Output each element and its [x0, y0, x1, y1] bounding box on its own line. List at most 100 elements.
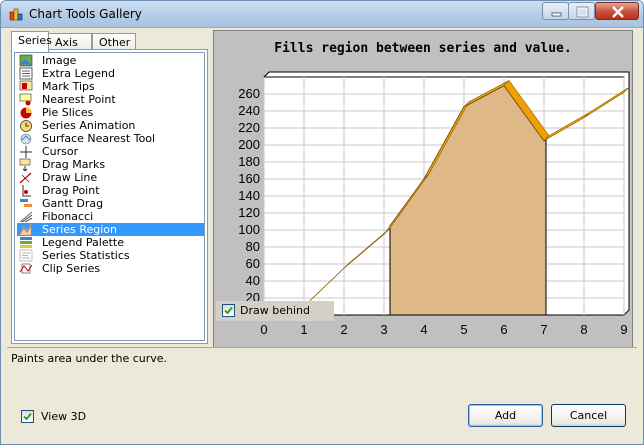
y-tick-label: 240 [238, 103, 260, 118]
list-item[interactable]: Nearest Point [17, 93, 204, 106]
list-item[interactable]: Series Region [17, 223, 204, 236]
chart-tools-gallery-window: Chart Tools Gallery Series Axis Other Im… [0, 0, 644, 445]
x-tick-label: 0 [260, 322, 267, 337]
list-item[interactable]: Gantt Drag [17, 197, 204, 210]
app-icon [9, 8, 23, 21]
draw-line-icon [19, 172, 32, 184]
surface-icon [20, 133, 32, 145]
list-item-label: Drag Point [42, 184, 100, 197]
y-tick-label: 60 [246, 256, 260, 271]
list-item-label: Nearest Point [42, 93, 116, 106]
list-item-label: Pie Slices [42, 106, 94, 119]
chart-preview-panel[interactable]: Fills region between series and value. 20… [213, 30, 633, 349]
tool-description: Paints area under the curve. [11, 352, 168, 365]
drag-marks-icon [19, 158, 31, 171]
list-item[interactable]: Surface Nearest Tool [17, 132, 204, 145]
image-icon [19, 54, 33, 67]
draw-behind-label: Draw behind [240, 304, 310, 317]
list-item-label: Gantt Drag [42, 197, 104, 210]
nearest-point-icon [19, 93, 32, 106]
list-item-label: Draw Line [42, 171, 98, 184]
series-region-icon [19, 223, 32, 236]
view3d-checkbox[interactable] [21, 410, 34, 423]
list-item[interactable]: Mark Tips [17, 80, 204, 93]
close-button[interactable] [595, 2, 639, 20]
list-item-label: Series Statistics [42, 249, 130, 262]
y-tick-label: 220 [238, 120, 260, 135]
add-button[interactable]: Add [468, 404, 543, 427]
clock-icon [20, 120, 32, 132]
list-item-label: Image [42, 54, 77, 67]
y-tick-label: 40 [246, 273, 260, 288]
maximize-icon [576, 6, 589, 18]
tools-listbox[interactable]: Image Extra Legend Mark Tips Nearest Point P… [14, 52, 205, 341]
x-tick-label: 2 [340, 322, 347, 337]
checkmark-icon [224, 306, 233, 315]
list-item[interactable]: Series Animation [17, 119, 204, 132]
dialog-client-area: Series Axis Other Image Extra Legend Mark … [2, 29, 642, 444]
y-tick-label: 160 [238, 171, 260, 186]
pie-slices-icon [20, 107, 32, 119]
cancel-button[interactable]: Cancel [551, 404, 626, 427]
view3d-label: View 3D [41, 410, 87, 423]
tab-series[interactable]: Series [11, 31, 52, 52]
list-item[interactable]: Cursor [17, 145, 204, 158]
drag-point-icon [22, 185, 31, 197]
list-item[interactable]: Extra Legend [17, 67, 204, 80]
x-tick-label: 4 [420, 322, 427, 337]
y-tick-label: 120 [238, 205, 260, 220]
x-tick-label: 1 [300, 322, 307, 337]
x-tick-label: 3 [380, 322, 387, 337]
list-item[interactable]: Fibonacci [17, 210, 204, 223]
list-item-label: Series Animation [42, 119, 136, 132]
legend-icon [19, 67, 33, 80]
y-tick-label: 140 [238, 188, 260, 203]
window-title: Chart Tools Gallery [29, 7, 142, 21]
y-tick-label: 180 [238, 154, 260, 169]
list-item[interactable]: Pie Slices [17, 106, 204, 119]
fibonacci-icon [19, 211, 33, 223]
list-item[interactable]: Drag Point [17, 184, 204, 197]
list-item-label: Clip Series [42, 262, 101, 275]
statistics-icon [19, 249, 33, 262]
clip-series-icon [19, 263, 33, 274]
list-item-label: Legend Palette [42, 236, 125, 249]
list-item[interactable]: Series Statistics [17, 249, 204, 262]
x-tick-label: 8 [580, 322, 587, 337]
y-tick-label: 200 [238, 137, 260, 152]
cursor-icon [20, 146, 32, 158]
checkmark-icon [23, 412, 32, 421]
dialog-footer: View 3D Add Cancel [2, 400, 642, 444]
chart-title: Fills region between series and value. [274, 41, 571, 56]
list-item-label: Surface Nearest Tool [42, 132, 156, 145]
close-icon [612, 6, 624, 18]
list-item[interactable]: Image [17, 54, 204, 67]
mark-tips-icon [19, 80, 33, 91]
list-item-label: Drag Marks [42, 158, 106, 171]
list-item-label: Fibonacci [42, 210, 94, 223]
maximize-button[interactable] [568, 2, 595, 20]
list-item-label: Mark Tips [42, 80, 95, 93]
gantt-icon [20, 199, 32, 207]
minimize-button[interactable] [542, 2, 569, 20]
x-tick-label: 5 [460, 322, 467, 337]
list-item-label: Cursor [42, 145, 79, 158]
list-item-label: Extra Legend [42, 67, 115, 80]
list-item[interactable]: Draw Line [17, 171, 204, 184]
list-item[interactable]: Clip Series [17, 262, 204, 275]
x-tick-label: 7 [540, 322, 547, 337]
minimize-icon [551, 12, 562, 17]
x-tick-label: 6 [500, 322, 507, 337]
list-item[interactable]: Drag Marks [17, 158, 204, 171]
list-item-label: Series Region [42, 223, 117, 236]
y-tick-label: 100 [238, 222, 260, 237]
draw-behind-checkbox[interactable] [222, 304, 235, 317]
legend-palette-icon [20, 237, 32, 248]
y-tick-label: 80 [246, 239, 260, 254]
list-item[interactable]: Legend Palette [17, 236, 204, 249]
x-tick-label: 9 [620, 322, 627, 337]
draw-behind-option[interactable]: Draw behind [216, 301, 334, 321]
title-bar[interactable]: Chart Tools Gallery [1, 1, 643, 28]
series-tab-panel: Image Extra Legend Mark Tips Nearest Point P… [11, 49, 208, 344]
y-tick-label: 260 [238, 86, 260, 101]
